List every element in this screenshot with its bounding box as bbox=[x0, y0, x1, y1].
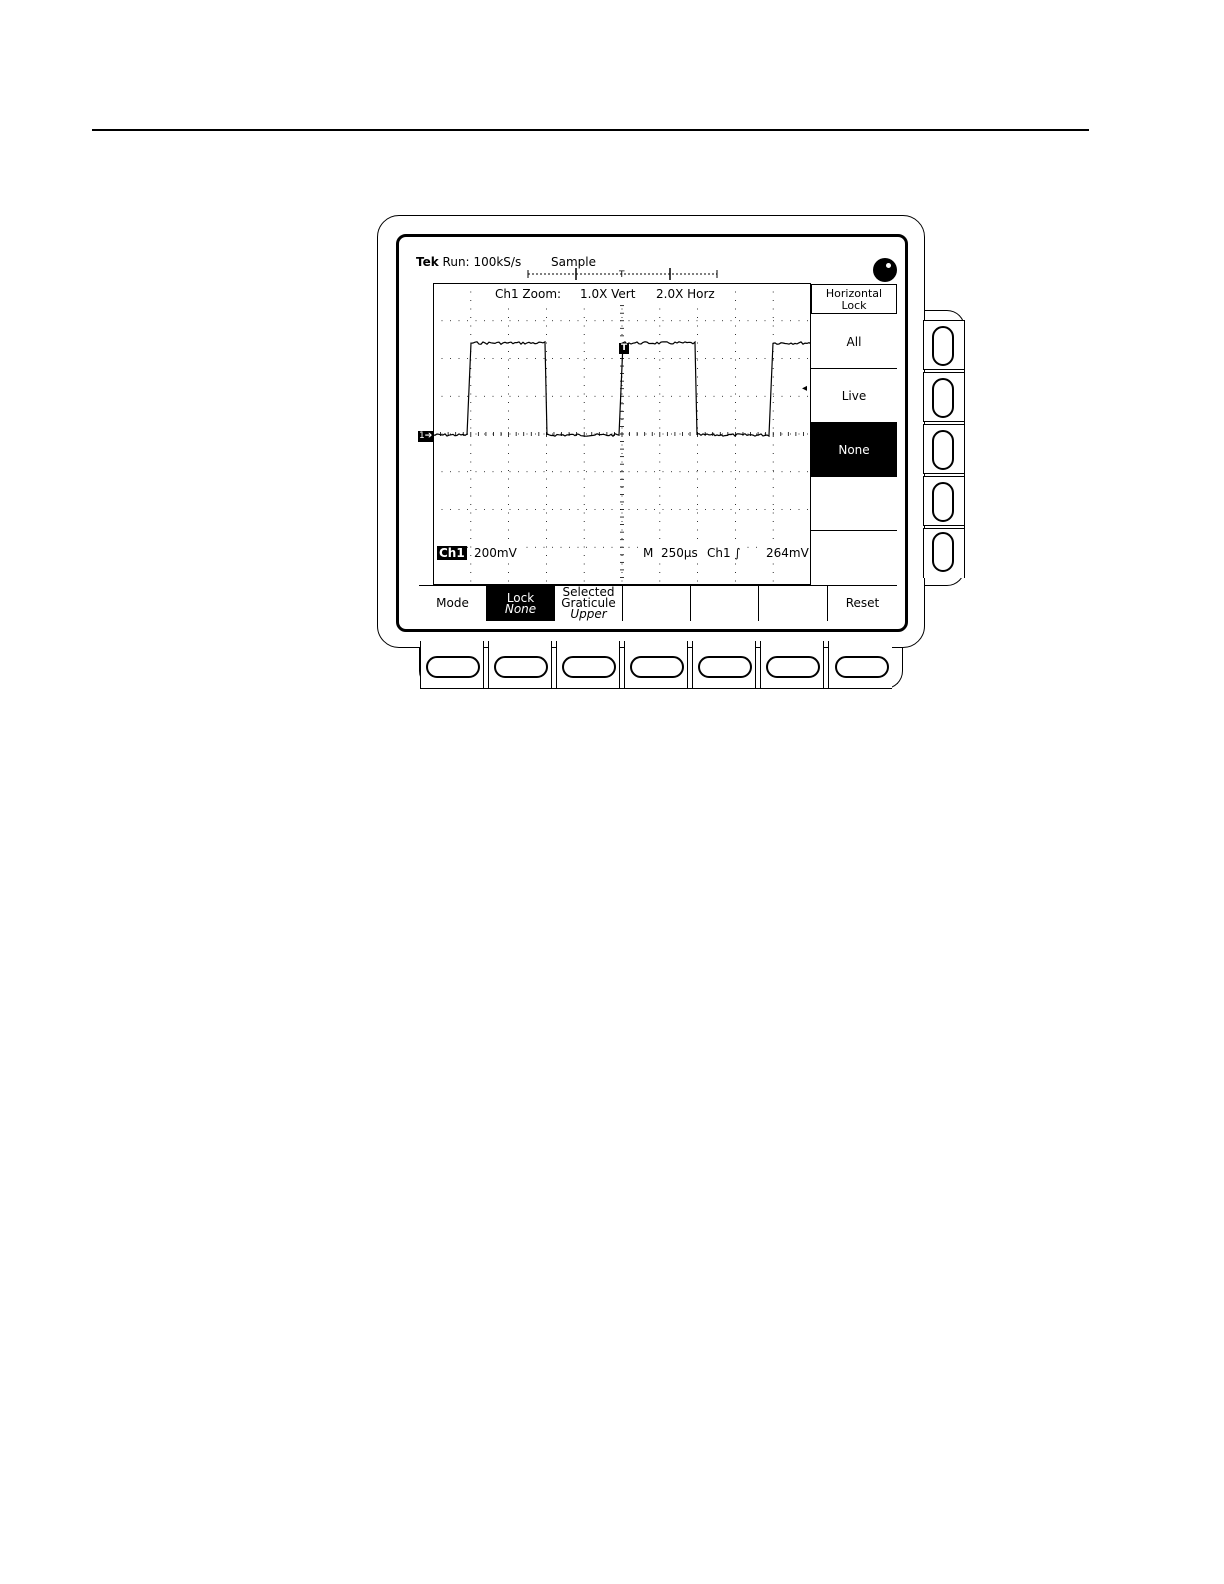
bottom-menu-reset-label: Reset bbox=[845, 596, 880, 610]
side-menu-title: Horizontal Lock bbox=[811, 284, 897, 314]
side-button-1[interactable] bbox=[932, 326, 954, 366]
side-menu-item-4[interactable] bbox=[811, 477, 897, 531]
zoom-channel: Ch1 Zoom: bbox=[493, 287, 564, 301]
bottom-menu-lock[interactable]: Lock None bbox=[487, 586, 555, 621]
side-menu-divider bbox=[810, 284, 811, 585]
bottom-button-6[interactable] bbox=[766, 656, 820, 678]
zoom-horizontal: 2.0X Horz bbox=[654, 287, 717, 301]
acquisition-mode: Sample bbox=[551, 255, 596, 269]
trigger-position-marker: T bbox=[619, 343, 630, 354]
bottom-button-3[interactable] bbox=[562, 656, 616, 678]
svg-text:T: T bbox=[618, 270, 625, 280]
bottom-button-4[interactable] bbox=[630, 656, 684, 678]
trigger-level: 264mV bbox=[764, 546, 811, 560]
side-button-3[interactable] bbox=[932, 430, 954, 470]
side-menu-title-line2: Lock bbox=[841, 299, 867, 312]
volts-per-div: 200mV bbox=[472, 546, 519, 560]
side-menu-item-none[interactable]: None bbox=[811, 423, 897, 477]
bottom-menu-mode[interactable]: Mode bbox=[419, 586, 487, 621]
channel-ground-marker: 1➔ bbox=[418, 431, 434, 442]
zoom-vertical: 1.0X Vert bbox=[578, 287, 638, 301]
side-menu-item-5[interactable] bbox=[811, 531, 897, 585]
record-view-bar: T bbox=[527, 268, 718, 280]
bottom-button-5[interactable] bbox=[698, 656, 752, 678]
side-button-2[interactable] bbox=[932, 378, 954, 418]
trigger-level-arrow-icon: ◂ bbox=[802, 383, 808, 394]
bottom-button-2[interactable] bbox=[494, 656, 548, 678]
bottom-menu-graticule-value: Upper bbox=[570, 607, 607, 621]
side-menu-item-live[interactable]: Live bbox=[811, 369, 897, 423]
bottom-menu-empty-5[interactable] bbox=[691, 586, 759, 621]
sample-rate: 100kS/s bbox=[473, 255, 522, 269]
trigger-source: Ch1 ∫ bbox=[705, 546, 743, 560]
timebase-readout: M 250µs bbox=[641, 546, 700, 560]
busy-indicator-icon bbox=[873, 258, 897, 282]
bottom-menu-mode-label: Mode bbox=[436, 596, 469, 610]
ch1-label: Ch1 bbox=[437, 546, 467, 560]
bottom-menu-empty-6[interactable] bbox=[759, 586, 828, 621]
page-header-rule bbox=[92, 129, 1089, 131]
bottom-menu-empty-4[interactable] bbox=[623, 586, 691, 621]
status-bar: Tek Run: 100kS/s bbox=[416, 255, 521, 269]
bottom-menu-lock-value: None bbox=[504, 601, 537, 616]
bottom-button-7[interactable] bbox=[835, 656, 889, 678]
bottom-menu: Mode Lock None Selected Graticule Upper … bbox=[419, 585, 897, 622]
bottom-menu-selected-graticule[interactable]: Selected Graticule Upper bbox=[555, 586, 623, 621]
side-button-4[interactable] bbox=[932, 482, 954, 522]
graticule bbox=[433, 283, 811, 585]
side-menu-item-all[interactable]: All bbox=[811, 315, 897, 369]
run-label: Run: bbox=[442, 255, 470, 269]
bottom-menu-reset[interactable]: Reset bbox=[828, 586, 897, 621]
graticule-grid bbox=[433, 283, 811, 585]
bottom-button-1[interactable] bbox=[426, 656, 480, 678]
brand-label: Tek bbox=[416, 255, 439, 269]
side-button-5[interactable] bbox=[932, 532, 954, 572]
ch1-readout-label: Ch1 bbox=[437, 546, 467, 560]
